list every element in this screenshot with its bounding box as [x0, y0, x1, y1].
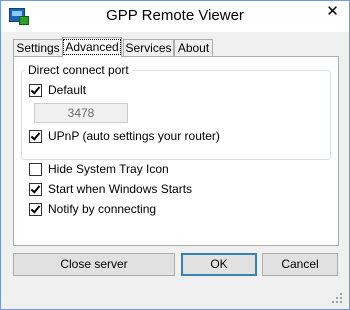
checkbox-box[interactable]: [29, 129, 42, 143]
cancel-button[interactable]: Cancel: [262, 253, 338, 276]
advanced-panel: Direct connect port Default 3478 UPnP (a…: [13, 56, 339, 246]
start-windows-checkbox[interactable]: Start when Windows Starts: [29, 181, 192, 197]
tab-settings[interactable]: Settings: [13, 39, 63, 57]
start-windows-label: Start when Windows Starts: [48, 182, 193, 196]
checkbox-box[interactable]: [29, 83, 42, 97]
upnp-checkbox[interactable]: UPnP (auto settings your router): [29, 128, 220, 144]
direct-connect-group: Direct connect port Default 3478 UPnP (a…: [21, 63, 331, 160]
upnp-label: UPnP (auto settings your router): [48, 129, 220, 143]
default-port-checkbox[interactable]: Default: [29, 82, 86, 98]
ok-button[interactable]: OK: [181, 253, 257, 276]
default-port-label: Default: [48, 83, 87, 97]
tab-services[interactable]: Services: [123, 39, 174, 57]
checkbox-box[interactable]: [29, 202, 42, 216]
checkbox-box[interactable]: [29, 182, 42, 196]
app-window: GPP Remote Viewer ✕ Settings Advanced Se…: [0, 0, 350, 310]
hide-tray-label: Hide System Tray Icon: [48, 162, 169, 176]
tab-advanced[interactable]: Advanced: [62, 37, 122, 57]
window-title: GPP Remote Viewer: [106, 7, 244, 24]
close-icon: ✕: [326, 3, 339, 20]
close-server-button[interactable]: Close server: [13, 253, 175, 276]
notify-checkbox[interactable]: Notify by connecting: [29, 201, 156, 217]
hide-tray-checkbox[interactable]: Hide System Tray Icon: [29, 161, 169, 177]
notify-label: Notify by connecting: [48, 202, 157, 216]
tab-about[interactable]: About: [174, 39, 213, 57]
group-title: Direct connect port: [25, 63, 132, 77]
close-window-button[interactable]: ✕: [316, 1, 349, 21]
checkbox-box[interactable]: [29, 162, 42, 176]
resize-grip-icon[interactable]: [330, 291, 344, 305]
port-field[interactable]: 3478: [34, 103, 128, 123]
title-bar: GPP Remote Viewer ✕: [1, 1, 349, 32]
